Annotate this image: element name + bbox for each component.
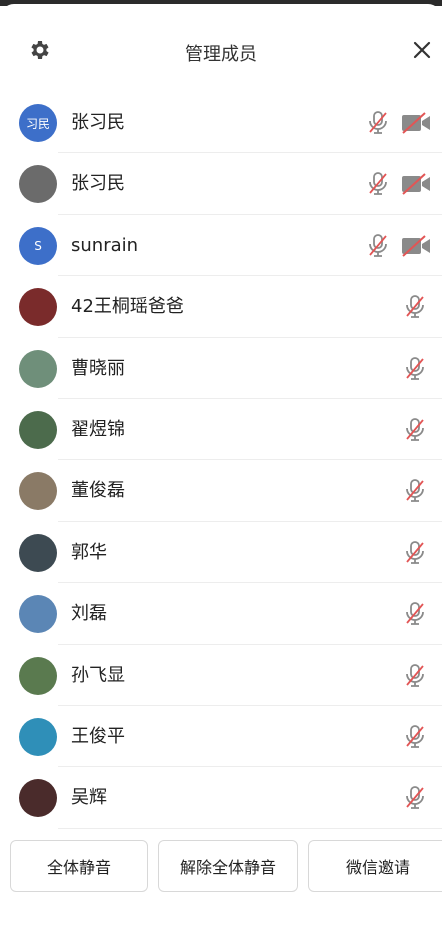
- avatar: 习民: [19, 104, 57, 142]
- mic-muted-icon[interactable]: [404, 724, 426, 750]
- avatar: [19, 288, 57, 327]
- avatar: [19, 779, 57, 818]
- mic-muted-icon[interactable]: [404, 601, 426, 627]
- mic-muted-icon[interactable]: [404, 356, 426, 382]
- member-row[interactable]: 刘磊: [0, 583, 442, 645]
- member-row[interactable]: Ssunrain: [0, 215, 442, 277]
- avatar: [19, 717, 57, 756]
- camera-off-icon[interactable]: [401, 235, 431, 257]
- header: 管理成员: [0, 4, 442, 88]
- member-name: 吴辉: [71, 787, 107, 809]
- member-row[interactable]: 吴辉: [0, 767, 442, 830]
- camera-off-icon[interactable]: [401, 173, 431, 196]
- mic-muted-icon[interactable]: [404, 785, 426, 811]
- member-name: sunrain: [71, 234, 139, 256]
- avatar: [19, 165, 57, 204]
- member-row[interactable]: 郭华: [0, 522, 442, 584]
- member-row[interactable]: 42王桐瑶爸爸: [0, 276, 442, 338]
- wechat-invite-button[interactable]: 微信邀请: [308, 840, 442, 892]
- member-row[interactable]: 王俊平: [0, 706, 442, 768]
- member-name: 王俊平: [71, 725, 125, 747]
- member-row[interactable]: 习民 张习民: [0, 92, 442, 154]
- page-title: 管理成员: [185, 44, 257, 65]
- unmute-all-button[interactable]: 解除全体静音: [158, 840, 298, 892]
- member-row[interactable]: 张习民: [0, 153, 442, 216]
- mic-muted-icon[interactable]: [404, 417, 426, 443]
- member-name: 翟煜锦: [71, 418, 125, 440]
- member-name: 张习民: [71, 173, 125, 195]
- action-buttons: 全体静音 解除全体静音 微信邀请: [0, 840, 442, 894]
- mic-muted-icon[interactable]: [367, 233, 389, 259]
- avatar: [19, 349, 57, 388]
- member-name: 郭华: [71, 541, 107, 563]
- member-row[interactable]: 翟煜锦: [0, 399, 442, 461]
- member-list: 习民 张习民 张习民 Ssunrain 42王桐瑶爸爸 曹晓丽 翟煜锦 董俊磊 …: [0, 92, 442, 830]
- member-name: 42王桐瑶爸爸: [71, 296, 184, 318]
- mic-muted-icon[interactable]: [404, 478, 426, 504]
- member-row[interactable]: 董俊磊: [0, 460, 442, 523]
- mic-muted-icon[interactable]: [404, 540, 426, 566]
- member-name: 孙飞显: [71, 664, 125, 686]
- avatar: [19, 656, 57, 695]
- member-name: 董俊磊: [71, 480, 125, 502]
- avatar: [19, 595, 57, 634]
- close-icon[interactable]: [410, 38, 434, 62]
- camera-off-icon[interactable]: [401, 112, 431, 134]
- member-row[interactable]: 孙飞显: [0, 645, 442, 707]
- mic-muted-icon[interactable]: [404, 294, 426, 320]
- avatar: [19, 533, 57, 572]
- mic-muted-icon[interactable]: [404, 663, 426, 689]
- mic-muted-icon[interactable]: [367, 110, 389, 136]
- member-name: 张习民: [71, 112, 125, 133]
- mute-all-button[interactable]: 全体静音: [10, 840, 148, 892]
- member-row[interactable]: 曹晓丽: [0, 338, 442, 400]
- mic-muted-icon[interactable]: [367, 171, 389, 197]
- member-name: 曹晓丽: [71, 357, 125, 379]
- manage-members-sheet: 管理成员 习民 张习民 张习民 Ssunrain 42王桐瑶爸爸 曹晓丽 翟煜锦…: [0, 4, 442, 930]
- avatar: [19, 410, 57, 449]
- avatar: [19, 472, 57, 511]
- avatar: S: [19, 226, 57, 265]
- member-name: 刘磊: [71, 603, 107, 625]
